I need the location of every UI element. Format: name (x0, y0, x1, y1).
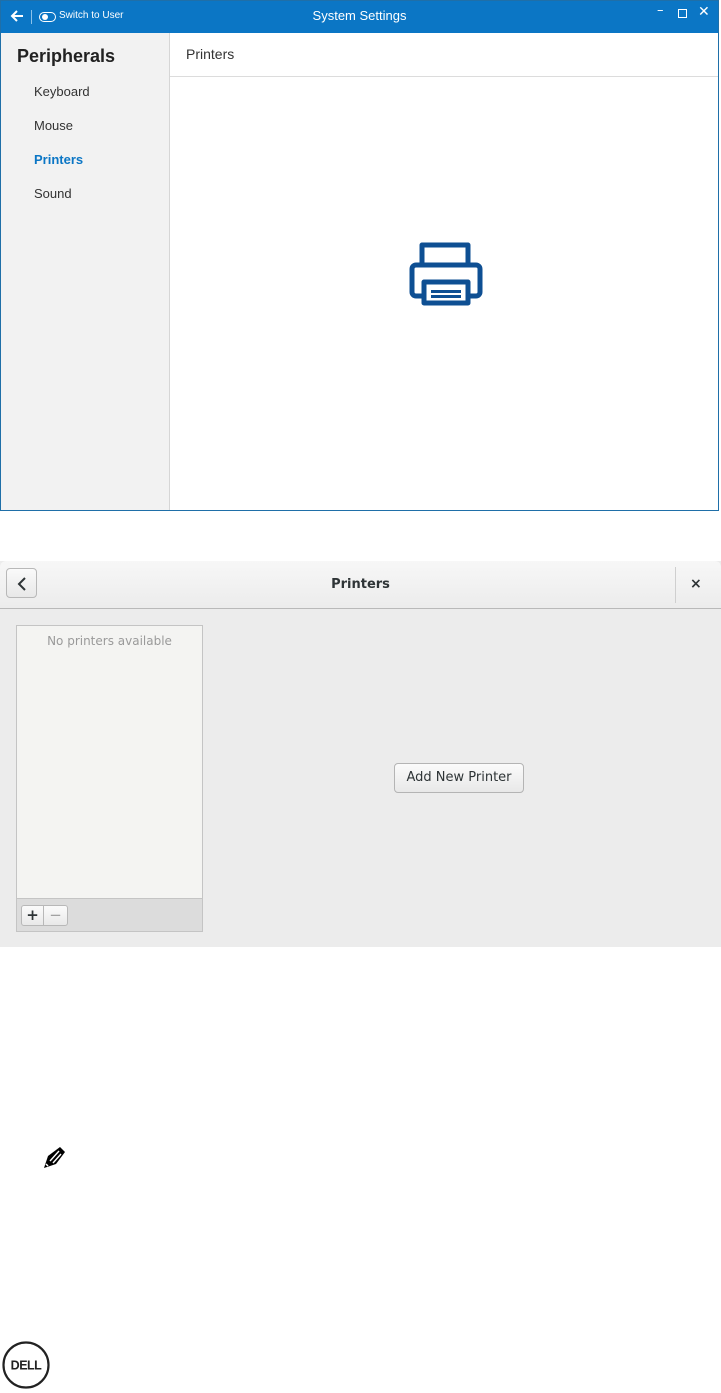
printer-icon[interactable] (409, 242, 483, 306)
sidebar-item-sound[interactable]: Sound (34, 186, 72, 201)
note-pencil-icon (44, 1147, 65, 1168)
remove-printer-button[interactable]: − (43, 905, 68, 926)
printer-list-toolbar: + − (17, 898, 202, 931)
minimize-button[interactable]: – (657, 3, 664, 19)
sidebar-heading: Peripherals (17, 46, 116, 66)
header-bar: Printers × (0, 561, 721, 609)
printer-list[interactable]: No printers available + − (16, 625, 203, 932)
dell-logo: DELL (2, 1341, 50, 1389)
sidebar-item-mouse[interactable]: Mouse (34, 118, 73, 133)
add-printer-button[interactable]: + (21, 905, 44, 926)
printers-dialog: Printers × No printers available + − Add… (0, 561, 721, 947)
close-button[interactable]: ✕ (698, 4, 710, 20)
title-bar: Switch to User System Settings – ✕ (1, 1, 718, 33)
header-divider (675, 567, 676, 603)
sidebar: Peripherals Keyboard Mouse Printers Soun… (1, 33, 170, 510)
add-new-printer-button[interactable]: Add New Printer (394, 763, 524, 793)
maximize-button[interactable] (678, 9, 687, 18)
sidebar-item-keyboard[interactable]: Keyboard (34, 84, 90, 99)
content-header: Printers (170, 33, 718, 77)
sidebar-item-printers[interactable]: Printers (34, 152, 83, 167)
dialog-close-button[interactable]: × (690, 576, 702, 592)
system-settings-window: Switch to User System Settings – ✕ Perip… (0, 0, 719, 511)
dialog-title: Printers (331, 577, 390, 592)
window-title: System Settings (312, 8, 407, 23)
empty-list-message: No printers available (47, 634, 172, 648)
content-header-title: Printers (186, 46, 235, 62)
svg-text:DELL: DELL (11, 1359, 43, 1373)
